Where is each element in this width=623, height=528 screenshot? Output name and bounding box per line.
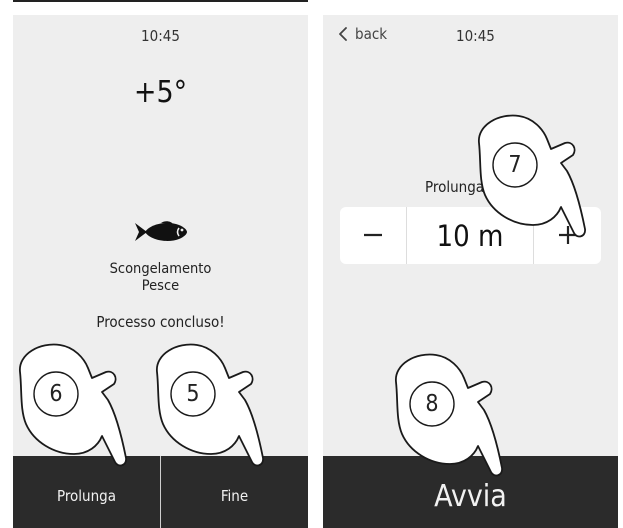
status-message: Processo concluso! [96, 313, 225, 331]
callout-number: 7 [508, 152, 522, 178]
hand-pointer-callout-5: 5 [155, 342, 265, 472]
chevron-left-icon [339, 27, 347, 41]
callout-number: 6 [49, 381, 63, 407]
hand-pointer-callout-7: 7 [477, 113, 587, 243]
clock: 10:45 [141, 27, 180, 45]
hand-pointer-callout-6: 6 [18, 342, 128, 472]
minus-icon [364, 233, 382, 237]
back-button[interactable]: back [338, 25, 387, 43]
clock: 10:45 [456, 27, 495, 45]
callout-number: 5 [186, 381, 200, 407]
extend-label: Prolunga [425, 178, 485, 196]
program-name-line2: Pesce [141, 278, 180, 294]
fish-icon [135, 221, 187, 241]
back-label: back [355, 25, 388, 43]
decrement-button[interactable] [340, 207, 406, 264]
temperature-display: +5° [133, 75, 188, 110]
hand-pointer-callout-8: 8 [394, 352, 504, 482]
callout-number: 8 [425, 391, 439, 417]
program-name: Scongelamento Pesce [13, 261, 308, 295]
program-name-line1: Scongelamento [109, 261, 212, 277]
top-rule [13, 0, 308, 2]
